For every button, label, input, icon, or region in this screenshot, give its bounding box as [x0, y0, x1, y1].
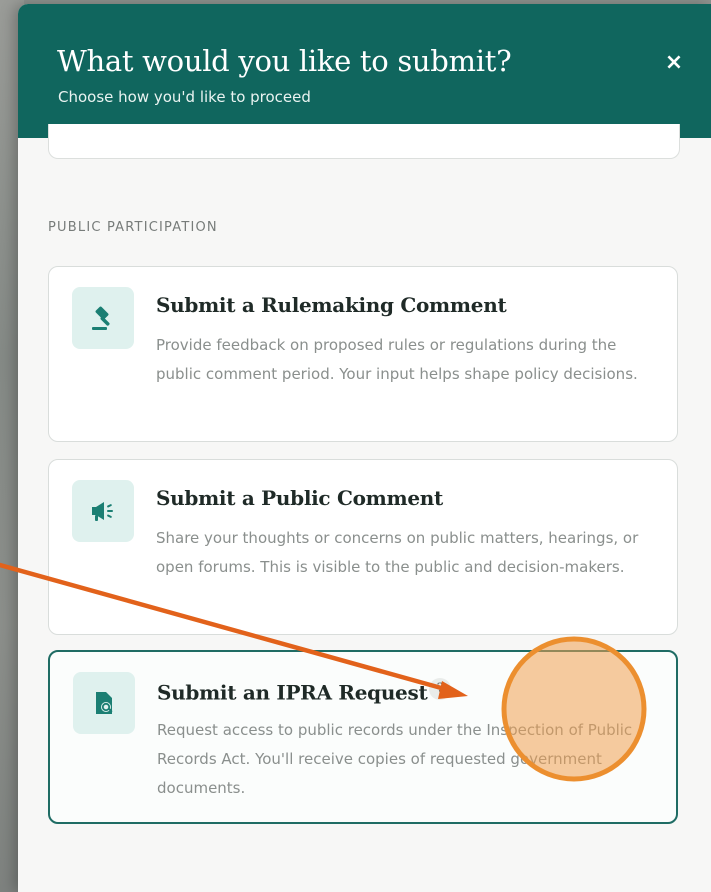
option-description: Share your thoughts or concerns on publi… [156, 529, 639, 576]
modal-title: What would you like to submit? [57, 44, 512, 78]
option-title: Submit a Rulemaking Comment [156, 293, 507, 317]
help-icon[interactable]: ? [429, 678, 452, 700]
option-ipra-request[interactable]: Submit an IPRA Request? Request access t… [48, 650, 678, 824]
modal-subtitle: Choose how you'd like to proceed [58, 88, 311, 106]
submission-modal: What would you like to submit? Choose ho… [18, 4, 711, 892]
option-title: Submit an IPRA Request? [157, 678, 452, 705]
option-description: Provide feedback on proposed rules or re… [156, 336, 638, 383]
gavel-icon [72, 287, 134, 349]
option-title-text: Submit an IPRA Request [157, 680, 428, 705]
close-button[interactable]: × [659, 48, 689, 78]
previous-option-card[interactable] [48, 124, 680, 159]
option-title: Submit a Public Comment [156, 486, 443, 510]
document-search-icon [73, 672, 135, 734]
megaphone-icon [72, 480, 134, 542]
option-public-comment[interactable]: Submit a Public Comment Share your thoug… [48, 459, 678, 635]
option-description: Request access to public records under t… [157, 721, 633, 797]
modal-header: What would you like to submit? Choose ho… [18, 4, 711, 138]
option-rulemaking-comment[interactable]: Submit a Rulemaking Comment Provide feed… [48, 266, 678, 442]
section-label: PUBLIC PARTICIPATION [48, 220, 218, 235]
